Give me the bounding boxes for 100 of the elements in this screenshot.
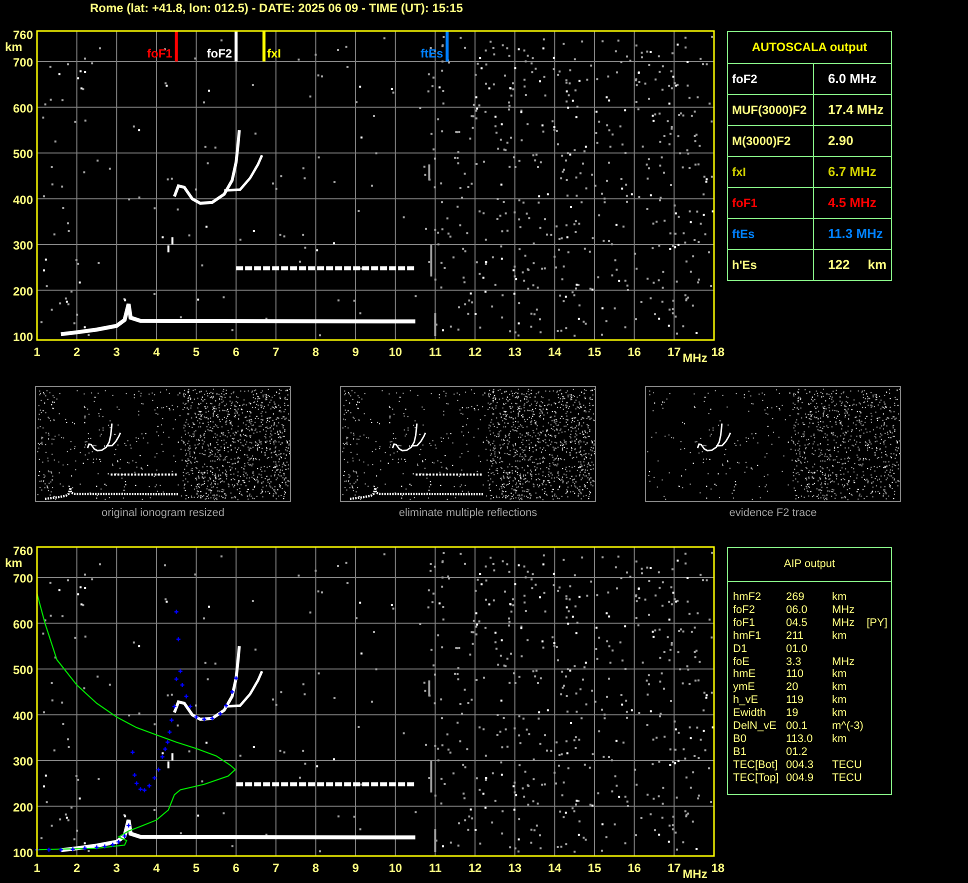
station-header: Rome (lat: +41.8, lon: 012.5) - DATE: 2025 06 09 - TIME (UT): 15:15 xyxy=(89,0,464,16)
parameter-unit: km xyxy=(832,630,847,642)
parameter-name: hmF1 xyxy=(733,630,762,643)
axis-tick-label: 4 xyxy=(153,861,160,875)
table-cell: 4.5 MHz xyxy=(813,188,891,218)
parameter-name: foE xyxy=(733,656,751,668)
parameter-value: 00.1 xyxy=(786,720,808,733)
parameter-name: D1 xyxy=(733,642,748,656)
thumbnail-caption: eliminate multiple reflections xyxy=(398,507,538,519)
axis-tick-label: 400 xyxy=(12,708,33,723)
axis-unit-label: MHz xyxy=(682,351,708,365)
axis-tick-label: 10 xyxy=(388,861,402,875)
axis-tick-label: 17 xyxy=(667,861,681,875)
axis-tick-label: 12 xyxy=(468,861,482,875)
axis-tick-label: 17 xyxy=(667,345,681,359)
axis-tick-label: 18 xyxy=(711,345,725,359)
axis-tick-label: 200 xyxy=(12,800,33,814)
table-cell: 122 km xyxy=(813,250,891,280)
parameter-unit: km xyxy=(832,591,847,603)
axis-tick-label: 14 xyxy=(548,345,562,359)
axis-tick-label: 11 xyxy=(428,861,442,875)
axis-tick-label: 2 xyxy=(73,345,80,359)
axis-tick-label: 9 xyxy=(352,861,359,875)
axis-tick-label: 600 xyxy=(12,101,33,116)
parameter-name: h_vE xyxy=(733,694,760,708)
axis-tick-label: 14 xyxy=(548,861,562,875)
axis-tick-label: 200 xyxy=(12,284,33,298)
parameter-value: 119 xyxy=(786,694,805,708)
axis-unit-label: km xyxy=(5,556,22,570)
marker-label: foF1 xyxy=(147,46,172,60)
parameter-unit: km xyxy=(832,707,847,720)
parameter-name: Ewidth xyxy=(733,707,768,720)
parameter-value: 06.0 xyxy=(786,604,808,617)
axis-tick-label: 11 xyxy=(428,345,442,359)
parameter-unit: MHz xyxy=(832,656,855,668)
parameter-name: foF2 xyxy=(733,604,756,617)
parameter-name: h'Es xyxy=(732,258,757,272)
parameter-value: 04.5 xyxy=(786,616,808,630)
axis-tick-label: 3 xyxy=(113,345,120,359)
parameter-name: MUF(3000)F2 xyxy=(732,103,807,117)
table-cell: 17.4 MHz xyxy=(813,95,891,125)
axis-tick-label: 16 xyxy=(628,345,641,359)
parameter-unit: m^(-3) xyxy=(832,720,864,732)
axis-tick-label: 3 xyxy=(113,861,120,875)
axis-tick-label: 500 xyxy=(12,663,33,677)
axis-tick-label: 6 xyxy=(232,861,240,875)
parameter-name: ftEs xyxy=(732,227,755,241)
parameter-name: DelN_vE xyxy=(733,720,778,733)
parameter-unit: MHz xyxy=(832,604,855,616)
parameter-unit: TECU xyxy=(832,758,862,771)
axis-tick-label: 12 xyxy=(468,345,482,359)
table-title: AIP output xyxy=(728,548,891,582)
axis-unit-label: MHz xyxy=(682,867,708,881)
axis-tick-label: 10 xyxy=(388,345,402,359)
axis-tick-label: 300 xyxy=(12,754,33,768)
parameter-name: foF1 xyxy=(732,196,758,210)
parameter-name: TEC[Bot] xyxy=(733,758,779,772)
parameter-name: TEC[Top] xyxy=(733,772,780,785)
table-cell: 2.90 xyxy=(813,126,891,156)
parameter-name: fxI xyxy=(732,165,746,179)
axis-tick-label: 400 xyxy=(12,192,33,207)
axis-tick-label: 13 xyxy=(508,861,522,875)
axis-tick-label: 300 xyxy=(12,238,33,252)
parameter-value: 01.2 xyxy=(786,746,808,759)
parameter-value: 19 xyxy=(786,707,800,720)
parameter-value: 113.0 xyxy=(786,732,814,746)
marker-label: ftEs xyxy=(420,46,444,60)
parameter-name: foF1 xyxy=(733,616,756,630)
axis-tick-label: 700 xyxy=(12,56,33,70)
parameter-unit: MHz xyxy=(832,616,855,629)
axis-tick-label: 9 xyxy=(352,345,359,359)
parameter-unit: km xyxy=(832,681,847,694)
axis-tick-label: 760 xyxy=(12,28,33,42)
table-cell: 6.7 MHz xyxy=(813,157,891,187)
thumbnail-caption: original ionogram resized xyxy=(102,507,224,519)
table-cell: 11.3 MHz xyxy=(813,219,891,249)
marker-label: foF2 xyxy=(206,46,232,60)
axis-tick-label: 15 xyxy=(588,345,602,359)
parameter-name: B1 xyxy=(733,746,748,759)
axis-tick-label: 5 xyxy=(192,345,200,359)
parameter-value: 269 xyxy=(786,591,806,604)
parameter-value: 01.0 xyxy=(786,642,808,656)
axis-tick-label: 760 xyxy=(12,544,33,558)
axis-tick-label: 18 xyxy=(711,861,725,875)
axis-tick-label: 16 xyxy=(628,861,641,875)
axis-tick-label: 7 xyxy=(272,861,280,875)
parameter-value: 211 xyxy=(786,630,805,643)
axis-tick-label: 700 xyxy=(12,572,33,586)
axis-tick-label: 8 xyxy=(312,861,320,875)
axis-tick-label: 6 xyxy=(232,345,240,359)
axis-tick-label: 1 xyxy=(34,861,40,875)
parameter-value: 3.3 xyxy=(786,656,802,668)
parameter-name: ymE xyxy=(733,681,756,694)
axis-tick-label: 1 xyxy=(34,345,40,359)
axis-tick-label: 4 xyxy=(153,345,160,359)
parameter-unit: km xyxy=(832,694,847,706)
parameter-name: hmF2 xyxy=(733,591,762,604)
parameter-note: [PY] xyxy=(866,616,888,629)
axis-unit-label: km xyxy=(5,40,22,54)
axis-tick-label: 100 xyxy=(12,330,33,344)
